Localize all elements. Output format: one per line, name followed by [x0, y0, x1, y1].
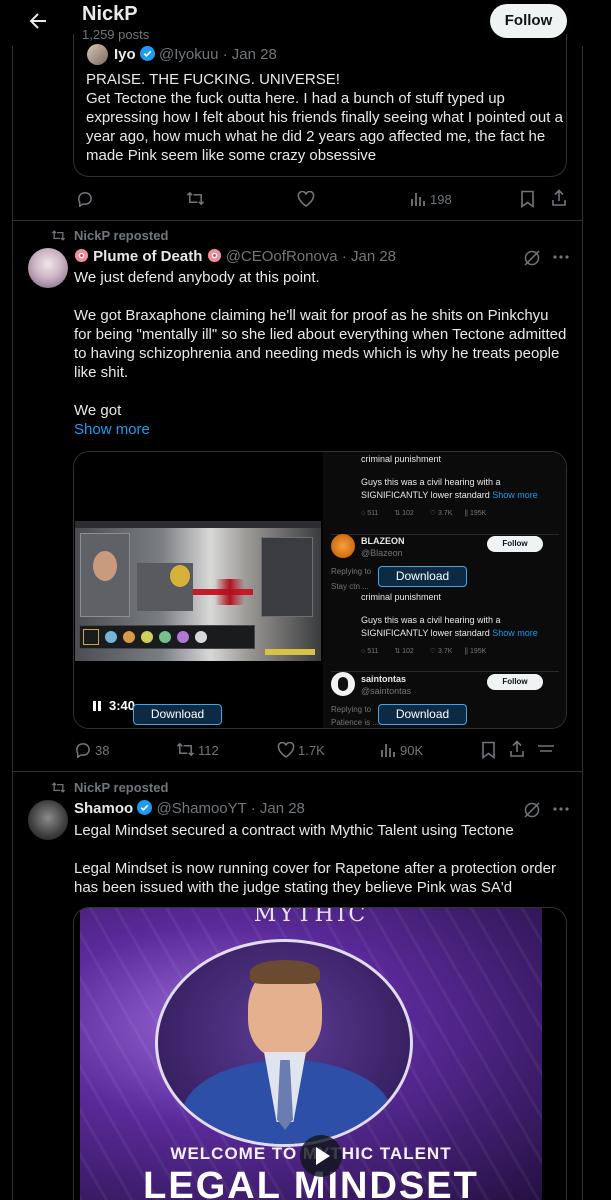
column-border-right [582, 0, 583, 1200]
repost-count[interactable]: 112 [198, 743, 219, 758]
author-name[interactable]: Plume of Death [93, 248, 202, 265]
embed-cut-text-1: Stay ctn ... [331, 582, 369, 591]
embed-follow-button-2: Follow [487, 674, 543, 690]
like-icon[interactable] [277, 742, 295, 758]
share-icon[interactable] [509, 740, 525, 758]
flower-emoji-icon [207, 248, 222, 263]
media-container[interactable]: MYTHIC WELCOME TO MYTHIC TALENT LEGAL MI… [73, 907, 567, 1200]
like-icon[interactable] [297, 191, 315, 207]
author-handle[interactable]: @ShamooYT [157, 800, 247, 817]
post-divider [13, 771, 582, 772]
embed-user1-name: BLAZEON [361, 536, 405, 546]
show-more-link[interactable]: Show more [74, 421, 150, 438]
embed-avatar-blazeon [331, 534, 355, 558]
embed-user2-handle: @saintontas [361, 686, 412, 696]
author-name[interactable]: Shamoo [74, 800, 133, 817]
post-text: Legal Mindset secured a contract with My… [74, 822, 556, 896]
embed-reply-text-2: Guys this was a civil hearing with a SIG… [361, 615, 538, 638]
author-avatar[interactable] [28, 248, 68, 288]
play-icon[interactable] [315, 1146, 331, 1166]
image-top-text: MYTHIC [253, 907, 369, 927]
quote-author-line: Iyo @Iyokuu · Jan 28 [114, 46, 277, 63]
embed-text-criminal: criminal punishment [361, 454, 442, 464]
embed-reply-text: Guys this was a civil hearing with a SIG… [361, 477, 538, 500]
more-actions-icon[interactable] [537, 745, 555, 753]
repost-indicator-icon [51, 229, 66, 242]
embed-replying-1: Replying to [331, 567, 372, 576]
quote-avatar[interactable] [87, 44, 108, 65]
views-icon[interactable] [410, 191, 426, 207]
embed-cut-text-2: Patience is ... [331, 718, 380, 727]
reply-count[interactable]: 38 [95, 743, 109, 758]
share-icon[interactable] [551, 189, 567, 207]
quoted-tweet[interactable]: Iyo @Iyokuu · Jan 28 PRAISE. THE FUCKING… [73, 34, 567, 177]
portrait-frame [155, 939, 413, 1147]
embed-stats: ○ 511 ⇅ 102 ♡ 3.7K || 195K [361, 510, 487, 517]
reply-icon[interactable] [76, 190, 93, 207]
quote-date[interactable]: · Jan 28 [223, 46, 277, 63]
grok-icon[interactable] [523, 249, 541, 267]
views-icon[interactable] [380, 742, 396, 758]
bookmark-icon[interactable] [520, 190, 535, 208]
post-divider [13, 220, 582, 221]
embed-stats-2: ○ 511 ⇅ 102 ♡ 3.7K || 195K [361, 648, 487, 655]
bookmark-icon[interactable] [481, 741, 496, 759]
embed-user1-handle: @Blazeon [361, 548, 403, 558]
play-button[interactable] [300, 1135, 342, 1177]
repost-label[interactable]: NickP reposted [74, 228, 168, 243]
grok-icon[interactable] [523, 801, 541, 819]
embedded-screenshot[interactable]: criminal punishment Guys this was a civi… [323, 452, 566, 728]
author-handle[interactable]: @CEOofRonova [226, 248, 338, 265]
repost-icon[interactable] [186, 190, 205, 207]
repost-icon[interactable] [176, 741, 195, 758]
column-border-left [12, 0, 13, 1200]
more-options-icon[interactable] [553, 255, 569, 259]
repost-indicator-icon [51, 781, 66, 794]
post-text: We just defend anybody at this point. We… [74, 269, 567, 419]
more-options-icon[interactable] [553, 807, 569, 811]
page-title: NickP [82, 3, 138, 25]
quote-author-handle[interactable]: @Iyokuu [159, 46, 218, 63]
embed-replying-2: Replying to [331, 705, 372, 714]
video-player[interactable]: 3:40 [74, 452, 322, 728]
download-button[interactable]: Download [133, 704, 222, 725]
follow-button[interactable]: Follow [490, 4, 567, 38]
author-line: Plume of Death @CEOofRonova · Jan 28 [74, 248, 396, 265]
post-date[interactable]: · Jan 28 [251, 800, 305, 817]
download-button[interactable]: Download [378, 566, 467, 587]
verified-badge-icon [137, 800, 153, 815]
views-count[interactable]: 198 [430, 192, 452, 207]
embed-text-criminal-2: criminal punishment [361, 592, 442, 602]
repost-label[interactable]: NickP reposted [74, 780, 168, 795]
video-thumbnail[interactable] [75, 521, 321, 661]
quote-text: PRAISE. THE FUCKING. UNIVERSE! Get Tecto… [86, 71, 563, 164]
video-timestamp: 3:40 [109, 698, 136, 713]
back-arrow-icon[interactable] [28, 11, 48, 31]
post-date[interactable]: · Jan 28 [342, 248, 396, 265]
media-container: 3:40 criminal punishment Guys this was a… [73, 451, 567, 729]
reply-icon[interactable] [74, 741, 91, 758]
embed-follow-button-1: Follow [487, 536, 543, 552]
download-button[interactable]: Download [378, 704, 467, 725]
author-avatar[interactable] [28, 800, 68, 840]
verified-badge-icon [139, 46, 155, 61]
quote-author-name[interactable]: Iyo [114, 46, 136, 63]
author-line: Shamoo @ShamooYT · Jan 28 [74, 800, 305, 817]
embed-user2-name: saintontas [361, 674, 407, 684]
like-count[interactable]: 1.7K [298, 743, 325, 758]
flower-emoji-icon [74, 248, 89, 263]
views-count[interactable]: 90K [400, 743, 423, 758]
embed-avatar-saintontas [331, 672, 355, 696]
pause-icon[interactable] [91, 700, 103, 712]
